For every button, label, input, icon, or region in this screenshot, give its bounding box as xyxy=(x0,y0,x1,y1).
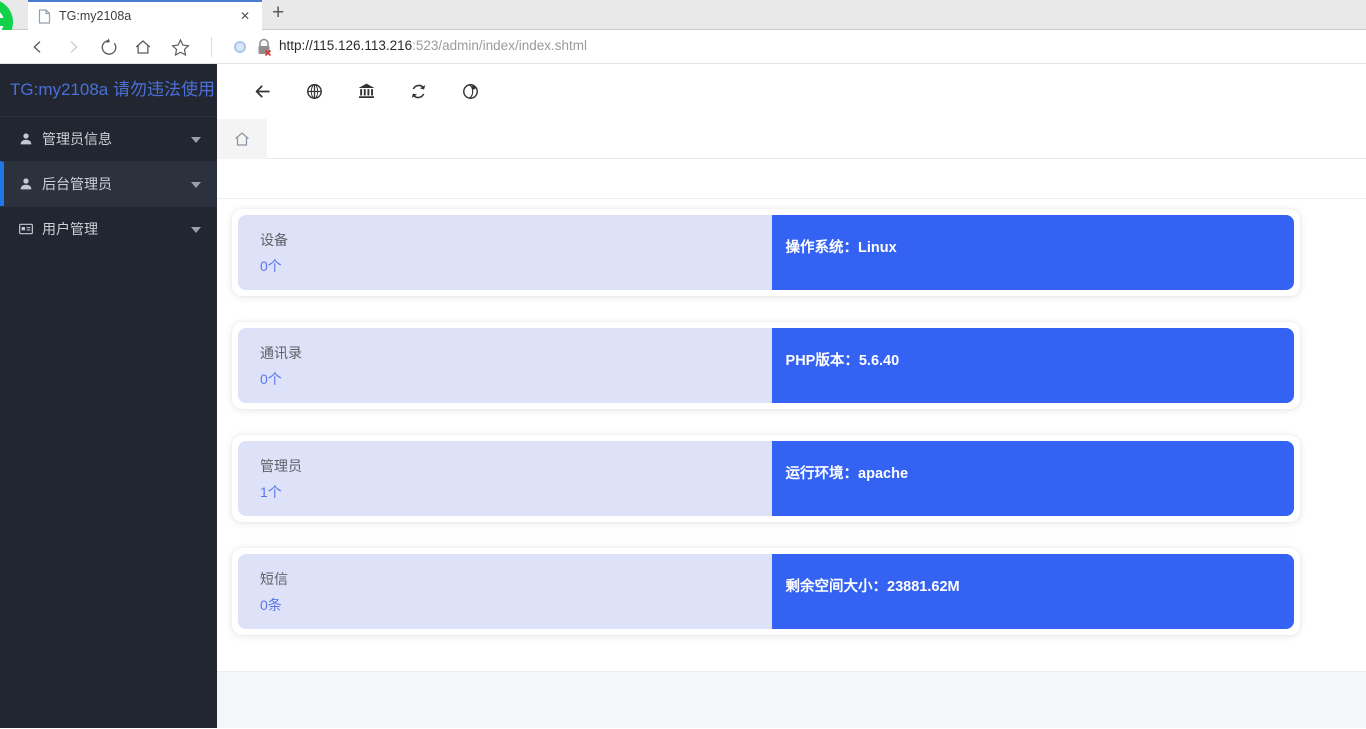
tab-close-icon[interactable]: ✕ xyxy=(238,9,252,23)
stat-panel: 通讯录 0个 xyxy=(238,328,772,403)
stat-panel: 管理员 1个 xyxy=(238,441,772,516)
url-path: :523/admin/index/index.shtml xyxy=(412,38,587,53)
back-arrow-icon[interactable] xyxy=(252,81,273,102)
sidebar-item-user-management[interactable]: 用户管理 xyxy=(0,206,217,251)
chevron-down-icon xyxy=(191,137,201,143)
bank-icon[interactable] xyxy=(356,81,377,102)
home-icon xyxy=(233,130,251,148)
info-panel: PHP版本：5.6.40 xyxy=(772,328,1294,403)
sidebar-item-backend-admin[interactable]: 后台管理员 xyxy=(0,161,217,206)
stat-count-link[interactable]: 0个 xyxy=(260,256,282,276)
sidebar-item-label: 后台管理员 xyxy=(42,174,112,194)
admin-app: TG:my2108a 请勿违法使用 管理员信息 后台管理员 用户管理 xyxy=(0,64,1366,728)
browser-navbar: http://115.126.113.216:523/admin/index/i… xyxy=(0,30,1366,64)
stat-label: 设备 xyxy=(260,230,772,250)
content-divider xyxy=(217,159,1366,199)
stat-count-link[interactable]: 0条 xyxy=(260,595,282,615)
address-bar[interactable]: http://115.126.113.216:523/admin/index/i… xyxy=(279,38,587,53)
globe-icon[interactable] xyxy=(460,81,481,102)
new-tab-button[interactable]: + xyxy=(272,1,284,25)
stat-panel: 短信 0条 xyxy=(238,554,772,629)
sidebar-item-label: 用户管理 xyxy=(42,219,98,239)
stat-label: 短信 xyxy=(260,569,772,589)
globe-crosshair-icon[interactable] xyxy=(304,81,325,102)
forward-button[interactable] xyxy=(63,37,83,57)
refresh-icon[interactable] xyxy=(408,81,429,102)
browser-tab[interactable]: TG:my2108a ✕ xyxy=(28,0,262,30)
stat-card-sms: 短信 0条 剩余空间大小：23881.62M xyxy=(232,548,1300,635)
page-icon xyxy=(38,9,51,24)
info-panel: 运行环境：apache xyxy=(772,441,1294,516)
stat-card-admins: 管理员 1个 运行环境：apache xyxy=(232,435,1300,522)
stat-label: 管理员 xyxy=(260,456,772,476)
sidebar-item-admin-info[interactable]: 管理员信息 xyxy=(0,116,217,161)
info-panel: 剩余空间大小：23881.62M xyxy=(772,554,1294,629)
tab-title: TG:my2108a xyxy=(59,9,238,23)
sidebar: TG:my2108a 请勿违法使用 管理员信息 后台管理员 用户管理 xyxy=(0,64,217,728)
user-icon xyxy=(18,131,34,147)
stat-card-contacts: 通讯录 0个 PHP版本：5.6.40 xyxy=(232,322,1300,409)
user-icon xyxy=(18,176,34,192)
stat-label: 通讯录 xyxy=(260,343,772,363)
dashboard-content: 设备 0个 操作系统：Linux 通讯录 0个 PHP版本：5.6.40 管理员… xyxy=(217,159,1366,728)
chevron-down-icon xyxy=(191,182,201,188)
site-icon xyxy=(234,41,246,53)
sidebar-item-label: 管理员信息 xyxy=(42,129,112,149)
insecure-lock-icon xyxy=(256,38,272,56)
back-button[interactable] xyxy=(28,37,48,57)
id-card-icon xyxy=(18,221,34,237)
url-host: http://115.126.113.216 xyxy=(279,38,412,53)
home-button[interactable] xyxy=(133,37,153,57)
navbar-divider xyxy=(211,37,212,57)
chevron-down-icon xyxy=(191,227,201,233)
toolbar xyxy=(217,64,1366,119)
info-panel: 操作系统：Linux xyxy=(772,215,1294,290)
browser-tab-strip: TG:my2108a ✕ + xyxy=(0,0,1366,30)
footer-band xyxy=(217,671,1366,728)
stat-count-link[interactable]: 1个 xyxy=(260,482,282,502)
stat-panel: 设备 0个 xyxy=(238,215,772,290)
stat-card-devices: 设备 0个 操作系统：Linux xyxy=(232,209,1300,296)
reload-button[interactable] xyxy=(98,37,118,57)
breadcrumb-home-tab[interactable] xyxy=(217,119,267,159)
favorites-star-icon[interactable] xyxy=(170,37,190,57)
main-panel: 设备 0个 操作系统：Linux 通讯录 0个 PHP版本：5.6.40 管理员… xyxy=(217,64,1366,728)
stat-count-link[interactable]: 0个 xyxy=(260,369,282,389)
sidebar-brand: TG:my2108a 请勿违法使用 xyxy=(0,64,217,116)
breadcrumb-bar xyxy=(217,119,1366,159)
